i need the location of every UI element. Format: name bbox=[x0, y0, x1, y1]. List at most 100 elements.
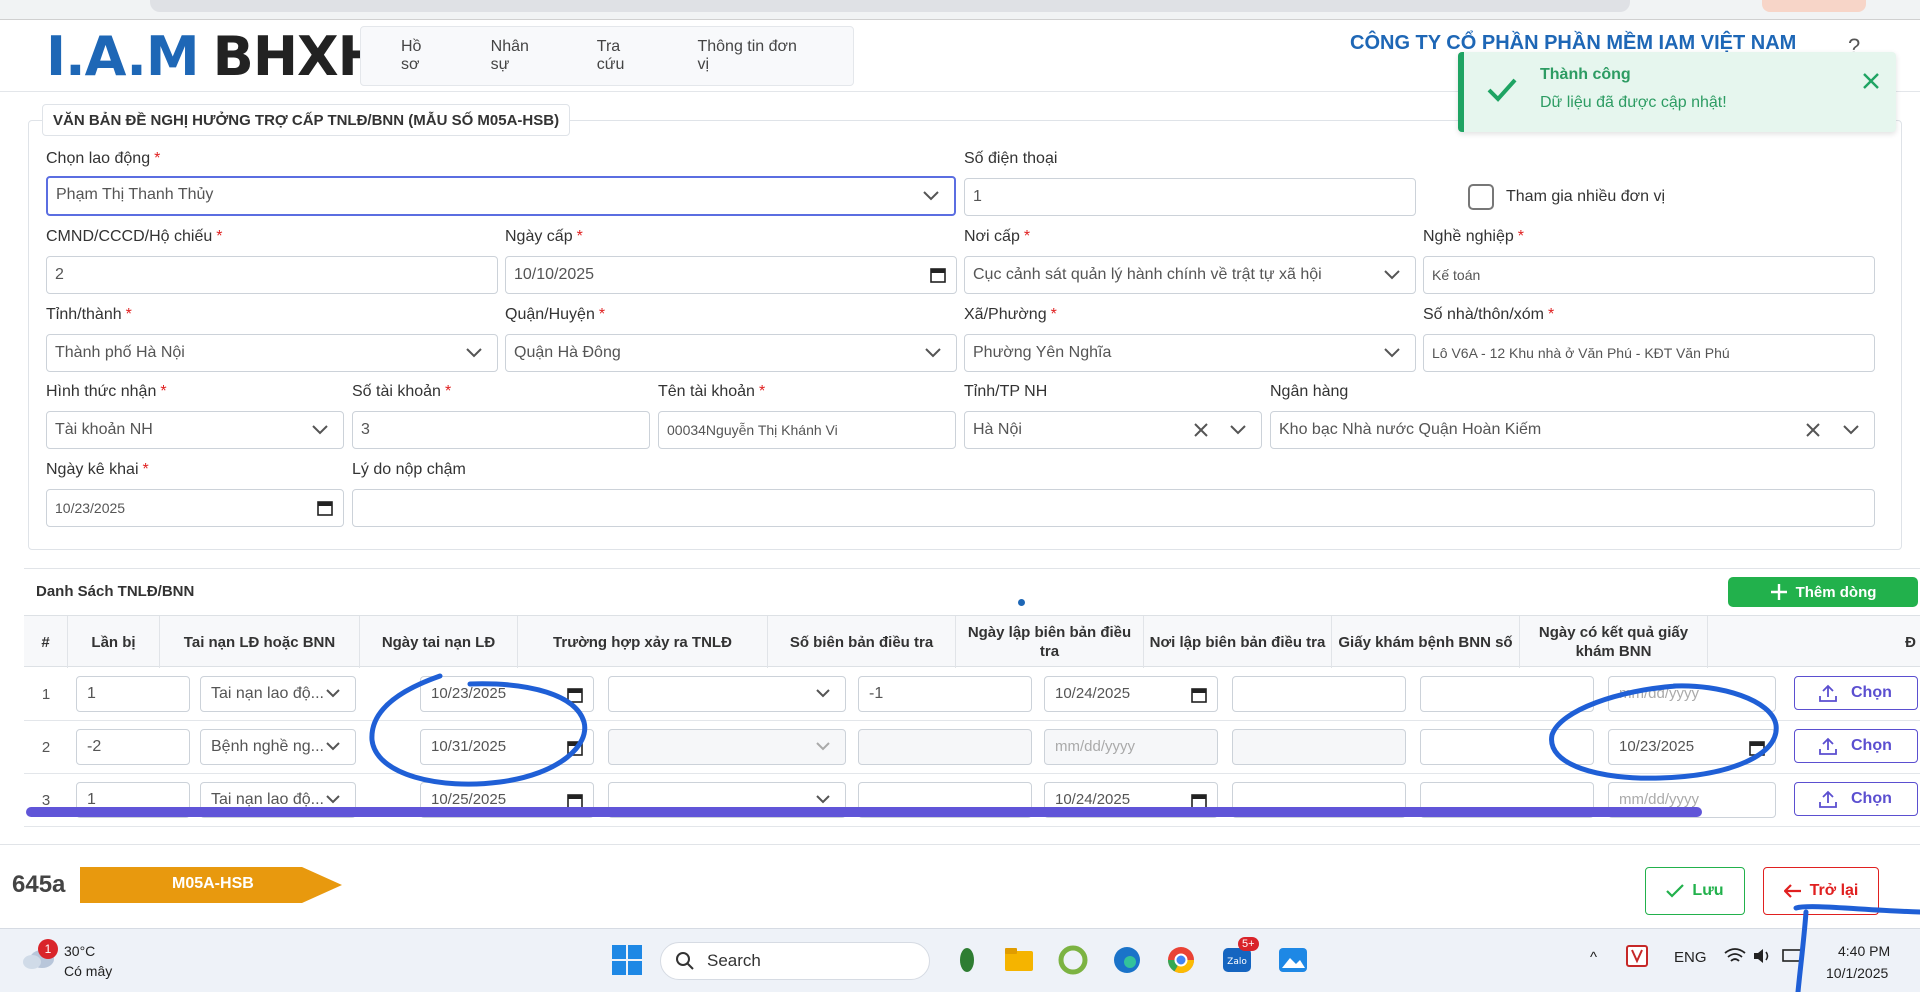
ngay-ket-qua-input[interactable]: mm/dd/yyyy bbox=[1608, 676, 1776, 712]
save-button[interactable]: Lưu bbox=[1645, 867, 1745, 915]
nav-nhan-su[interactable]: Nhân sự bbox=[491, 38, 547, 74]
truong-hop-select[interactable] bbox=[608, 676, 846, 712]
plus-icon bbox=[1770, 584, 1787, 600]
upload-button[interactable]: Chọn bbox=[1794, 676, 1918, 710]
upload-icon bbox=[1819, 790, 1837, 808]
lan-bi-input[interactable]: 1 bbox=[76, 676, 190, 712]
back-button[interactable]: Trở lại bbox=[1763, 867, 1879, 915]
multi-unit-checkbox-wrap[interactable]: Tham gia nhiều đơn vị bbox=[1468, 184, 1665, 210]
app-tray-icon[interactable] bbox=[1626, 945, 1648, 971]
address-bar[interactable] bbox=[150, 0, 1630, 12]
issue-place-select[interactable]: Cục cảnh sát quản lý hành chính về trật … bbox=[964, 256, 1416, 294]
bank-select[interactable]: Kho bạc Nhà nước Quận Hoàn Kiếm bbox=[1270, 411, 1875, 449]
horizontal-scrollbar[interactable] bbox=[26, 807, 1702, 817]
nav-thong-tin-don-vi[interactable]: Thông tin đơn vị bbox=[697, 38, 803, 74]
calendar-icon[interactable] bbox=[317, 500, 333, 516]
calendar-icon[interactable] bbox=[1191, 687, 1207, 703]
photos-icon[interactable] bbox=[1276, 943, 1310, 977]
declaration-date-input[interactable]: 10/23/2025 bbox=[46, 489, 344, 527]
edge-icon[interactable] bbox=[1110, 943, 1144, 977]
chevron-down-icon bbox=[815, 741, 831, 751]
noi-lap-input[interactable] bbox=[1232, 729, 1406, 765]
phone-input[interactable]: 1 bbox=[964, 178, 1416, 216]
ngay-tai-nan-input[interactable]: 10/31/2025 bbox=[420, 729, 594, 765]
toast-title: Thành công bbox=[1540, 66, 1631, 83]
label-nghe-nghiep: Nghề nghiệp * bbox=[1423, 228, 1524, 245]
main-nav: Hồ sơ Nhân sự Tra cứu Thông tin đơn vị bbox=[360, 26, 854, 86]
battery-icon[interactable] bbox=[1782, 947, 1804, 967]
upload-button[interactable]: Chọn bbox=[1794, 782, 1918, 816]
chevron-down-icon bbox=[1229, 424, 1247, 436]
wifi-icon[interactable] bbox=[1724, 947, 1746, 969]
browser-tab-strip bbox=[0, 0, 1920, 20]
loai-select[interactable]: Bệnh nghề ng... bbox=[200, 729, 356, 765]
app-green-icon[interactable] bbox=[1056, 943, 1090, 977]
calendar-icon[interactable] bbox=[567, 740, 583, 756]
label-noi-cap: Nơi cấp * bbox=[964, 228, 1031, 245]
clear-icon[interactable] bbox=[1805, 422, 1821, 438]
app-logo[interactable]: I.A.M BHXH bbox=[46, 25, 383, 88]
col-ngay-ket-qua: Ngày có kết quả giấy khám BNN bbox=[1520, 616, 1708, 668]
lan-bi-input[interactable]: -2 bbox=[76, 729, 190, 765]
form-legend: VĂN BẢN ĐỀ NGHỊ HƯỞNG TRỢ CẤP TNLĐ/BNN (… bbox=[42, 104, 571, 136]
calendar-icon[interactable] bbox=[1749, 740, 1765, 756]
toast-message: Dữ liệu đã được cập nhật! bbox=[1540, 94, 1727, 111]
close-icon[interactable] bbox=[1862, 72, 1880, 95]
svg-text:Zalo: Zalo bbox=[1227, 957, 1247, 967]
occupation-input[interactable]: Kế toán bbox=[1423, 256, 1875, 294]
taskbar-search[interactable]: Search bbox=[660, 942, 930, 980]
form-footer: 645a M05A-HSB Lưu Trở lại bbox=[0, 844, 1920, 928]
address-input[interactable]: Lô V6A - 12 Khu nhà ở Văn Phú - KĐT Văn … bbox=[1423, 334, 1875, 372]
truong-hop-select[interactable] bbox=[608, 729, 846, 765]
nav-tra-cuu[interactable]: Tra cứu bbox=[597, 38, 648, 74]
chevron-down-icon bbox=[815, 688, 831, 698]
noi-lap-input[interactable] bbox=[1232, 676, 1406, 712]
add-row-button[interactable]: Thêm dòng bbox=[1728, 577, 1918, 607]
upload-button[interactable]: Chọn bbox=[1794, 729, 1918, 763]
id-number-input[interactable]: 2 bbox=[46, 256, 498, 294]
employee-select[interactable]: Phạm Thị Thanh Thủy bbox=[46, 176, 956, 216]
clock-date[interactable]: 10/1/2025 bbox=[1826, 965, 1888, 981]
issue-date-input[interactable]: 10/10/2025 bbox=[505, 256, 957, 294]
col-ngay-tai-nan: Ngày tai nạn LĐ bbox=[360, 616, 518, 668]
chrome-icon[interactable] bbox=[1164, 943, 1198, 977]
app-leaf-icon[interactable] bbox=[950, 943, 984, 977]
district-select[interactable]: Quận Hà Đông bbox=[505, 334, 957, 372]
giay-kham-input[interactable] bbox=[1420, 676, 1594, 712]
clock-time[interactable]: 4:40 PM bbox=[1838, 943, 1890, 959]
zalo-badge: 5+ bbox=[1238, 937, 1259, 951]
ngay-lap-input[interactable]: 10/24/2025 bbox=[1044, 676, 1218, 712]
multi-unit-label: Tham gia nhiều đơn vị bbox=[1506, 188, 1666, 205]
label-cmnd: CMND/CCCD/Hộ chiếu * bbox=[46, 228, 223, 245]
multi-unit-checkbox[interactable] bbox=[1468, 184, 1494, 210]
giay-kham-input[interactable] bbox=[1420, 729, 1594, 765]
chevron-up-icon[interactable]: ^ bbox=[1590, 949, 1597, 966]
nav-ho-so[interactable]: Hồ sơ bbox=[401, 38, 441, 74]
col-lan-bi: Lần bị bbox=[68, 616, 160, 668]
bank-province-select[interactable]: Hà Nội bbox=[964, 411, 1262, 449]
account-number-input[interactable]: 3 bbox=[352, 411, 650, 449]
browser-profile-pill[interactable] bbox=[1762, 0, 1866, 12]
file-explorer-icon[interactable] bbox=[1002, 943, 1036, 977]
so-bien-ban-input[interactable]: -1 bbox=[858, 676, 1032, 712]
receive-method-select[interactable]: Tài khoản NH bbox=[46, 411, 344, 449]
calendar-icon[interactable] bbox=[930, 267, 946, 283]
loading-dot bbox=[1018, 599, 1025, 606]
late-reason-input[interactable] bbox=[352, 489, 1875, 527]
so-bien-ban-input[interactable] bbox=[858, 729, 1032, 765]
upload-icon bbox=[1819, 737, 1837, 755]
ward-select[interactable]: Phường Yên Nghĩa bbox=[964, 334, 1416, 372]
calendar-icon[interactable] bbox=[567, 687, 583, 703]
label-ten-tai-khoan: Tên tài khoản * bbox=[658, 383, 766, 400]
ngay-lap-input[interactable]: mm/dd/yyyy bbox=[1044, 729, 1218, 765]
account-name-input[interactable]: 00034Nguyễn Thị Khánh Vi bbox=[658, 411, 956, 449]
province-select[interactable]: Thành phố Hà Nội bbox=[46, 334, 498, 372]
label-ngay-cap: Ngày cấp * bbox=[505, 228, 583, 245]
loai-select[interactable]: Tai nạn lao độ... bbox=[200, 676, 356, 712]
volume-icon[interactable] bbox=[1752, 947, 1772, 969]
clear-icon[interactable] bbox=[1193, 422, 1209, 438]
ngay-tai-nan-input[interactable]: 10/23/2025 bbox=[420, 676, 594, 712]
language-indicator[interactable]: ENG bbox=[1674, 949, 1707, 966]
ngay-ket-qua-input[interactable]: 10/23/2025 bbox=[1608, 729, 1776, 765]
windows-start-icon[interactable] bbox=[610, 943, 644, 977]
